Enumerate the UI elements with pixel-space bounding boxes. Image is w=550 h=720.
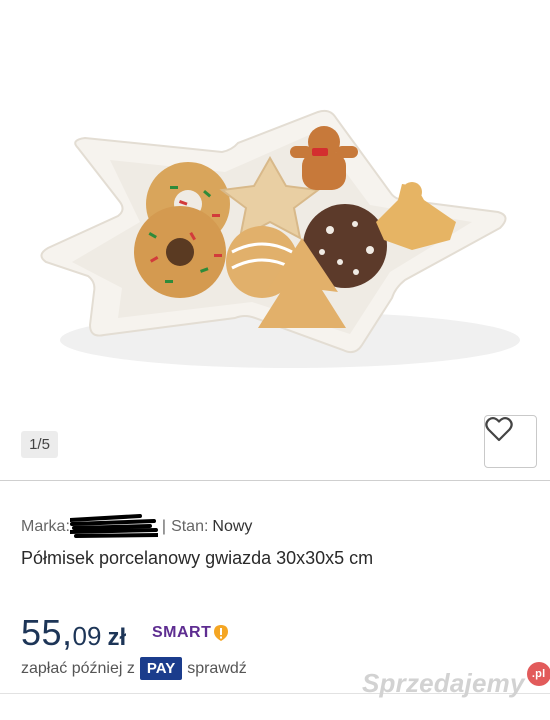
watermark: Sprzedajemy .pl (362, 662, 550, 699)
price-currency: zł (107, 624, 127, 651)
pay-later-text: zapłać później z (21, 659, 135, 677)
pay-badge: PAY (139, 657, 183, 680)
section-divider (0, 480, 550, 481)
alert-icon (214, 625, 229, 641)
watermark-text: Sprzedajemy (362, 668, 525, 698)
price: 55, 09 zł (21, 612, 126, 654)
favorite-button[interactable] (484, 415, 537, 468)
listing-meta: Marka: | Stan: Nowy (21, 514, 252, 540)
condition-label: Stan: (171, 518, 209, 535)
pay-check-link[interactable]: sprawdź (187, 660, 247, 678)
smart-badge[interactable]: SMART (152, 624, 229, 642)
price-main: 55, (21, 612, 73, 653)
condition-value: Nowy (212, 518, 253, 535)
meta-separator: | (161, 518, 167, 535)
redaction-scribble (69, 514, 158, 538)
listing-title: Półmisek porcelanowy gwiazda 30x30x5 cm (21, 548, 374, 568)
watermark-badge: .pl (526, 662, 550, 686)
price-decimals: 09 (72, 621, 102, 651)
star-dish-image (40, 109, 520, 368)
image-counter: 1/5 (21, 431, 58, 458)
pay-later-row[interactable]: zapłać później z PAY sprawdź (21, 657, 247, 680)
brand-label: Marka: (21, 518, 70, 535)
heart-icon (485, 417, 513, 442)
product-photo[interactable]: 1/5 (0, 0, 550, 480)
smart-label: SMART (152, 624, 212, 641)
